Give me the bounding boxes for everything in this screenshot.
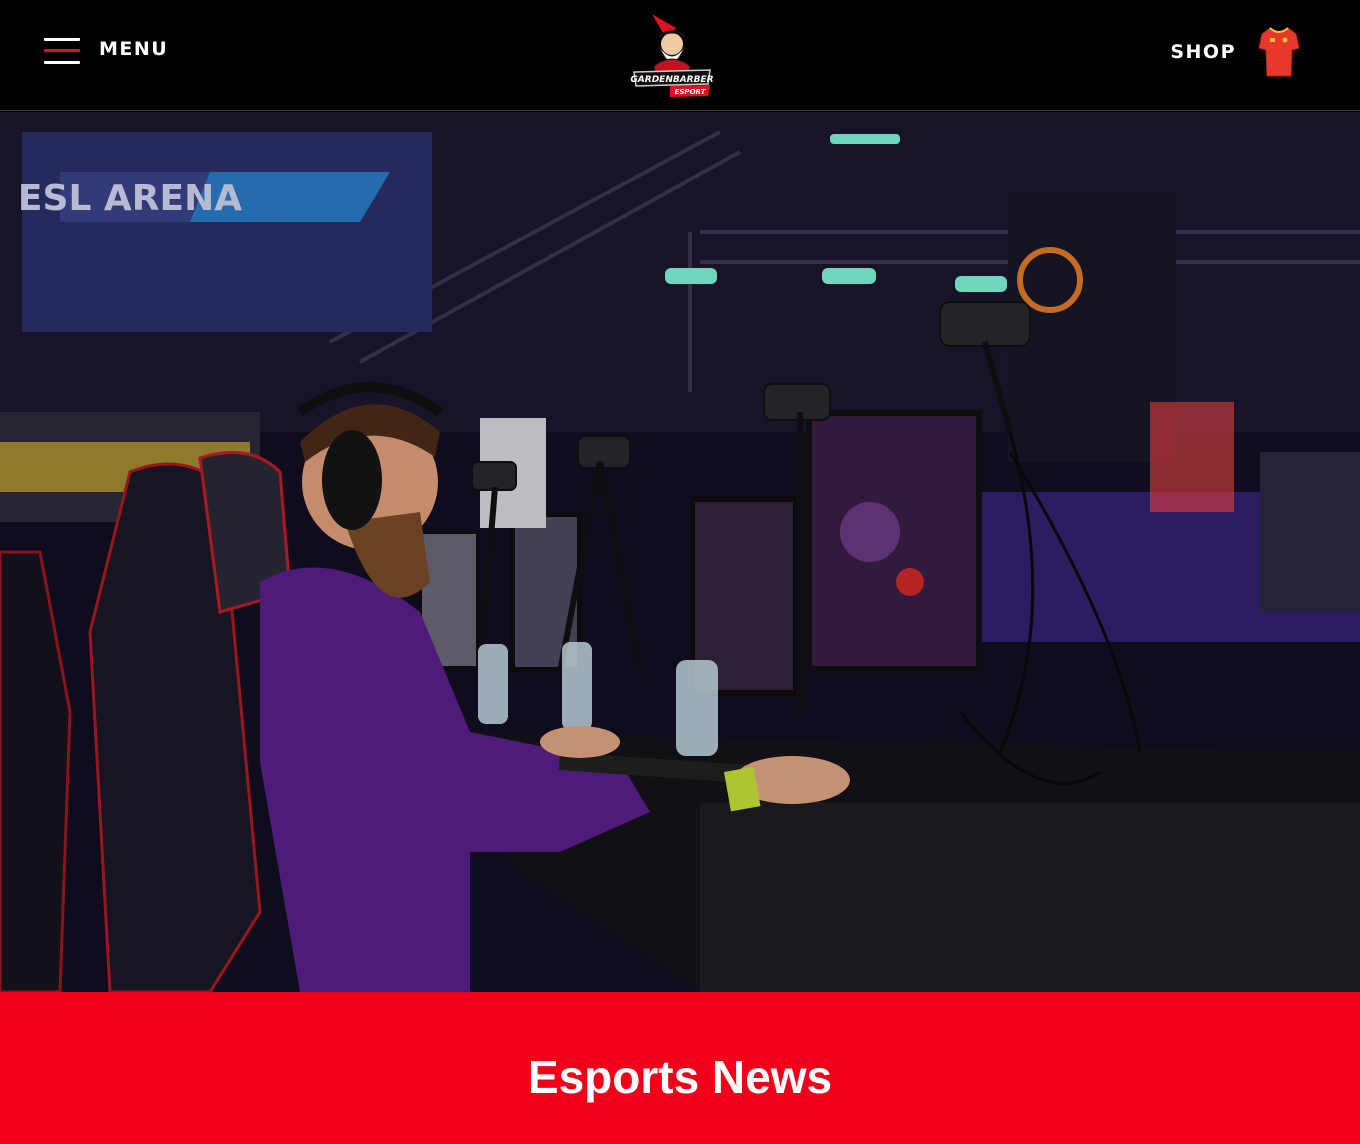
site-logo[interactable]: GARDENBARBER ESPORT (626, 8, 718, 100)
hamburger-icon[interactable] (44, 34, 80, 64)
shop-label[interactable]: SHOP (1170, 41, 1236, 63)
jersey-icon[interactable] (1258, 26, 1300, 78)
logo-sub-text: ESPORT (675, 88, 707, 96)
site-header: MENU GARDENBARBER ESPORT SHOP (0, 0, 1360, 111)
logo-name-text: GARDENBARBER (630, 75, 713, 85)
shop-link[interactable]: SHOP (1170, 26, 1300, 78)
menu-label[interactable]: MENU (99, 38, 168, 60)
menu-button[interactable]: MENU (44, 34, 168, 74)
news-section-title: Esports News (527, 1051, 833, 1103)
news-section: Esports News (0, 992, 1360, 1144)
esports-photo: ESL ARENA (0, 112, 1360, 992)
hero-image: ESL ARENA (0, 112, 1360, 992)
gnome-logo-icon: GARDENBARBER ESPORT (630, 14, 714, 97)
